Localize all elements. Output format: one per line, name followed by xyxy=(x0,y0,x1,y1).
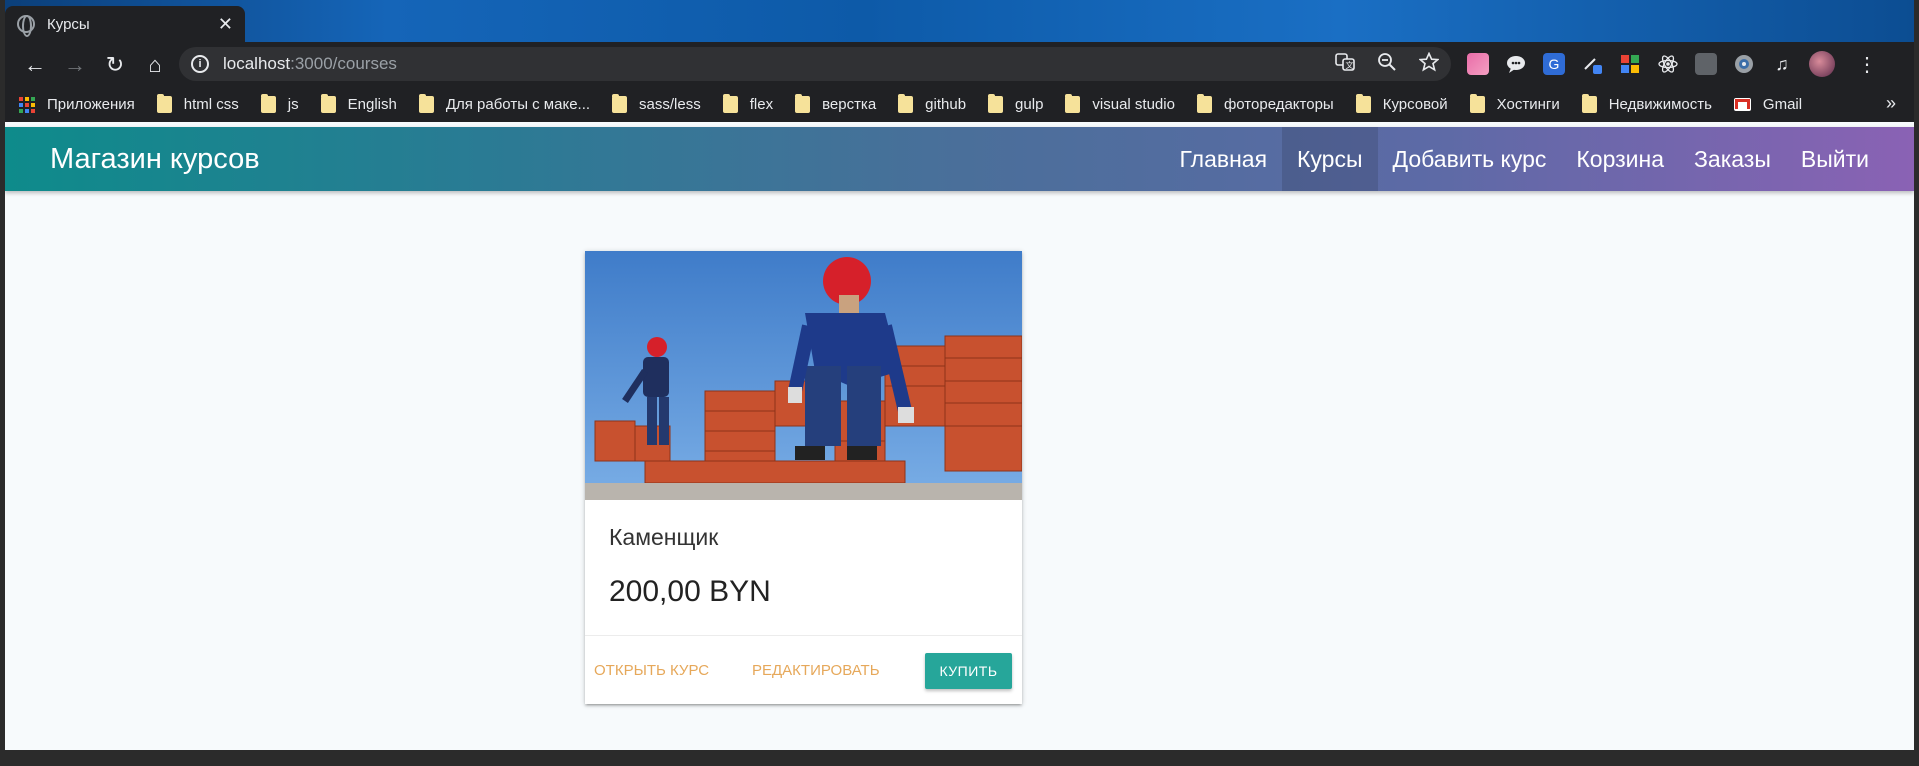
bookmark-folder[interactable]: github xyxy=(898,94,967,113)
nav-link-orders[interactable]: Заказы xyxy=(1679,127,1786,191)
folder-icon xyxy=(612,94,628,113)
folder-icon xyxy=(722,94,738,113)
bookmark-label: visual studio xyxy=(1092,96,1175,113)
bookmark-label: github xyxy=(925,96,967,113)
bookmark-folder[interactable]: Хостинги xyxy=(1469,94,1560,113)
nav-links: Главная Курсы Добавить курс Корзина Зака… xyxy=(1164,127,1884,191)
bookmark-folder[interactable]: English xyxy=(320,94,397,113)
translate-icon[interactable]: 文 xyxy=(1335,52,1355,77)
bookmark-folder[interactable]: gulp xyxy=(988,94,1044,113)
window-extension-icon[interactable] xyxy=(1695,53,1717,75)
folder-icon xyxy=(1469,94,1485,113)
folder-icon xyxy=(1065,94,1081,113)
nav-link-add-course[interactable]: Добавить курс xyxy=(1378,127,1562,191)
menu-icon[interactable]: ⋮ xyxy=(1857,52,1877,77)
star-icon[interactable] xyxy=(1418,51,1440,77)
folder-icon xyxy=(1581,94,1597,113)
bookmark-folder[interactable]: верстка xyxy=(795,94,877,113)
course-card: Каменщик 200,00 BYN Открыть курс Редакти… xyxy=(585,251,1022,704)
bookmark-folder[interactable]: фоторедакторы xyxy=(1196,94,1334,113)
bookmark-folder[interactable]: sass/less xyxy=(612,94,701,113)
bookmarks-bar: Приложения html css js English Для работ… xyxy=(5,87,1914,122)
bookmark-label: html css xyxy=(183,96,239,113)
zoom-out-icon[interactable] xyxy=(1377,52,1397,77)
folder-icon xyxy=(1355,94,1371,113)
bookmark-folder[interactable]: visual studio xyxy=(1065,94,1175,113)
info-icon[interactable]: i xyxy=(191,55,209,73)
globe-icon xyxy=(17,15,35,37)
bookmark-label: фоторедакторы xyxy=(1223,96,1334,113)
home-icon[interactable]: ⌂ xyxy=(135,45,175,85)
bookmark-label: flex xyxy=(749,96,774,113)
bookmark-label: gulp xyxy=(1015,96,1044,113)
tab-title: Курсы xyxy=(47,15,90,33)
avatar[interactable] xyxy=(1809,51,1835,77)
course-title: Каменщик xyxy=(609,524,719,550)
gmail-icon xyxy=(1733,98,1751,111)
folder-icon xyxy=(320,94,336,113)
folder-icon xyxy=(418,94,434,113)
extensions-bar: G ♫ ⋮ xyxy=(1467,47,1877,81)
bookmark-label: English xyxy=(347,96,397,113)
apps-grid-icon xyxy=(19,96,35,113)
address-bar[interactable]: i localhost:3000/courses 文 xyxy=(179,47,1451,81)
open-course-link[interactable]: Открыть курс xyxy=(594,636,709,705)
nav-link-home[interactable]: Главная xyxy=(1164,127,1282,191)
folder-icon xyxy=(795,94,811,113)
card-actions: Открыть курс Редактировать Купить xyxy=(585,635,1022,704)
bookmark-folder[interactable]: Курсовой xyxy=(1355,94,1448,113)
pen-extension-icon[interactable] xyxy=(1581,53,1603,75)
bookmark-apps[interactable]: Приложения xyxy=(19,96,135,113)
bookmark-label: Приложения xyxy=(47,96,135,113)
bookmark-label: Курсовой xyxy=(1382,96,1448,113)
media-queue-icon[interactable]: ♫ xyxy=(1771,53,1793,75)
bookmark-label: Для работы с маке... xyxy=(445,96,591,113)
close-icon[interactable]: ✕ xyxy=(218,14,233,35)
grid-extension-icon[interactable] xyxy=(1619,53,1641,75)
forward-icon[interactable]: → xyxy=(55,45,95,85)
bookmark-folder[interactable]: html css xyxy=(156,94,239,113)
url-path: :3000/courses xyxy=(290,54,397,73)
site-navbar: Магазин курсов Главная Курсы Добавить ку… xyxy=(5,127,1914,191)
folder-icon xyxy=(898,94,914,113)
brand-logo[interactable]: Магазин курсов xyxy=(50,127,260,191)
url-host: localhost xyxy=(223,54,291,73)
bookmark-folder[interactable]: Для работы с маке... xyxy=(418,94,591,113)
svg-text:文: 文 xyxy=(1346,60,1354,70)
folder-icon xyxy=(156,94,172,113)
nav-link-cart[interactable]: Корзина xyxy=(1561,127,1679,191)
browser-window: Курсы ✕ ← → ↻ ⌂ i localhost:3000/courses… xyxy=(5,0,1914,750)
bookmark-folder[interactable]: flex xyxy=(722,94,774,113)
tab-strip: Курсы ✕ xyxy=(5,0,1914,42)
react-devtools-icon[interactable] xyxy=(1657,53,1679,75)
folder-icon xyxy=(988,94,1004,113)
folder-icon xyxy=(1196,94,1212,113)
bookmark-label: Хостинги xyxy=(1496,96,1560,113)
folder-icon xyxy=(260,94,276,113)
buy-button[interactable]: Купить xyxy=(925,653,1012,689)
bookmark-label: Gmail xyxy=(1762,96,1803,113)
card-content: Каменщик 200,00 BYN xyxy=(585,500,1022,635)
edit-course-link[interactable]: Редактировать xyxy=(752,636,880,705)
course-image xyxy=(585,251,1022,500)
course-price: 200,00 BYN xyxy=(609,575,771,608)
pink-extension-icon[interactable] xyxy=(1467,53,1489,75)
translate-extension-icon[interactable]: G xyxy=(1543,53,1565,75)
bookmark-label: sass/less xyxy=(639,96,701,113)
bookmark-gmail[interactable]: Gmail xyxy=(1733,96,1803,113)
bookmark-folder[interactable]: Недвижимость xyxy=(1581,94,1712,113)
bookmark-label: верстка xyxy=(822,96,877,113)
reload-icon[interactable]: ↻ xyxy=(95,45,135,85)
tab-courses[interactable]: Курсы ✕ xyxy=(5,6,245,42)
bookmark-folder[interactable]: js xyxy=(260,94,299,113)
circle-extension-icon[interactable] xyxy=(1733,53,1755,75)
nav-link-courses[interactable]: Курсы xyxy=(1282,127,1378,191)
bookmark-label: js xyxy=(287,96,299,113)
back-icon[interactable]: ← xyxy=(15,45,55,85)
chat-extension-icon[interactable] xyxy=(1505,53,1527,75)
more-bookmarks-icon[interactable]: » xyxy=(1886,93,1896,114)
nav-link-logout[interactable]: Выйти xyxy=(1786,127,1884,191)
bookmark-label: Недвижимость xyxy=(1608,96,1712,113)
browser-toolbar: ← → ↻ ⌂ i localhost:3000/courses 文 G ♫ … xyxy=(5,42,1914,87)
